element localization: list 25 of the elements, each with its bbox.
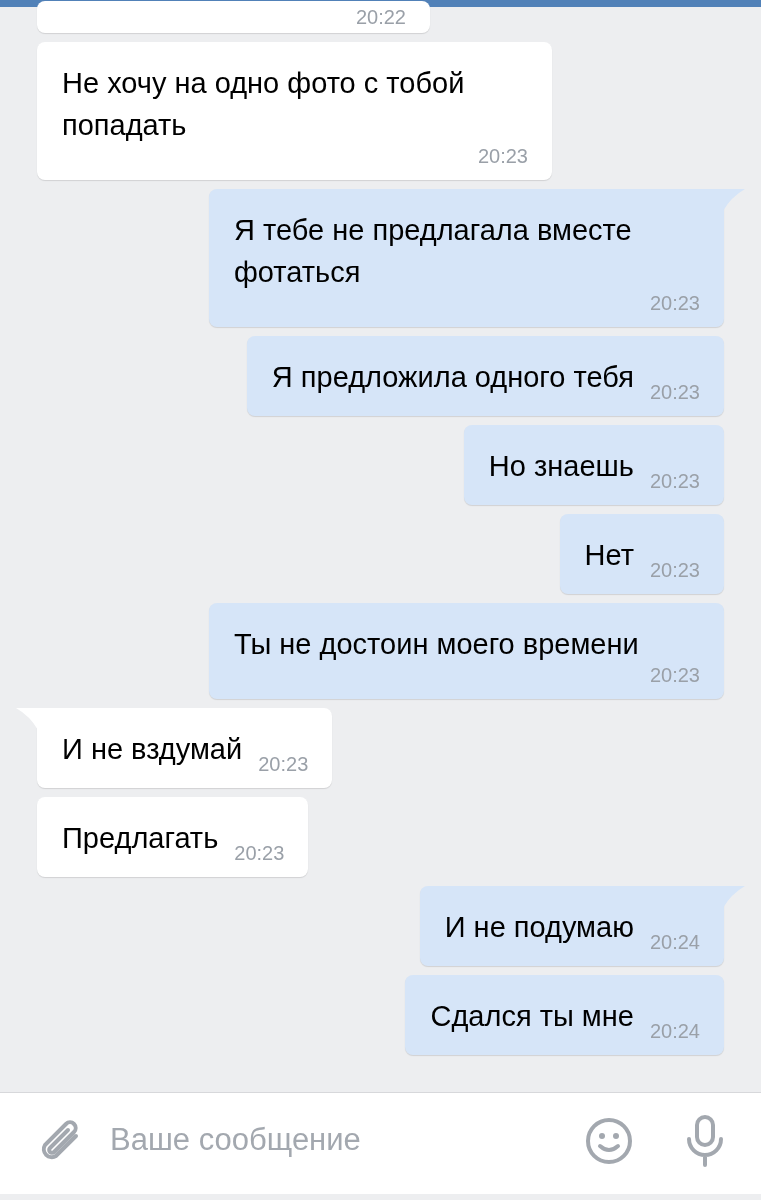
emoji-icon[interactable] [585, 1116, 633, 1165]
message-text: Нет [584, 538, 634, 573]
message-time: 20:23 [649, 382, 700, 402]
message-time: 20:23 [649, 560, 700, 580]
message-time: 20:23 [649, 293, 700, 313]
message-time: 20:23 [649, 471, 700, 491]
message-composer[interactable]: Ваше сообщение [0, 1092, 761, 1194]
message-text: Предлагать [62, 821, 219, 856]
message-text: И не вздумай [62, 732, 243, 767]
message-text: Я предложила одного тебя [271, 360, 634, 395]
message-time: 20:24 [649, 932, 700, 952]
message-time: 20:23 [477, 146, 528, 166]
message-time: 20:23 [234, 843, 285, 863]
message-time: 20:23 [258, 754, 309, 774]
message-text: Ты не достоин моего времени [234, 627, 639, 662]
message-input[interactable]: Ваше сообщение [108, 1116, 585, 1165]
microphone-icon[interactable] [685, 1114, 725, 1167]
message-text: Я тебе не предлагала вместе фотаться [234, 213, 633, 290]
message-text: Но знаешь [488, 449, 634, 484]
message-text: И не подумаю [444, 910, 634, 945]
message-text: Сдался ты мне [430, 999, 634, 1034]
message-time: 20:24 [649, 1021, 700, 1041]
message-text: Не хочу на одно фото с тобой попадать [62, 66, 466, 143]
message-time: 20:23 [649, 665, 700, 685]
message-time: 20:22 [355, 7, 406, 27]
